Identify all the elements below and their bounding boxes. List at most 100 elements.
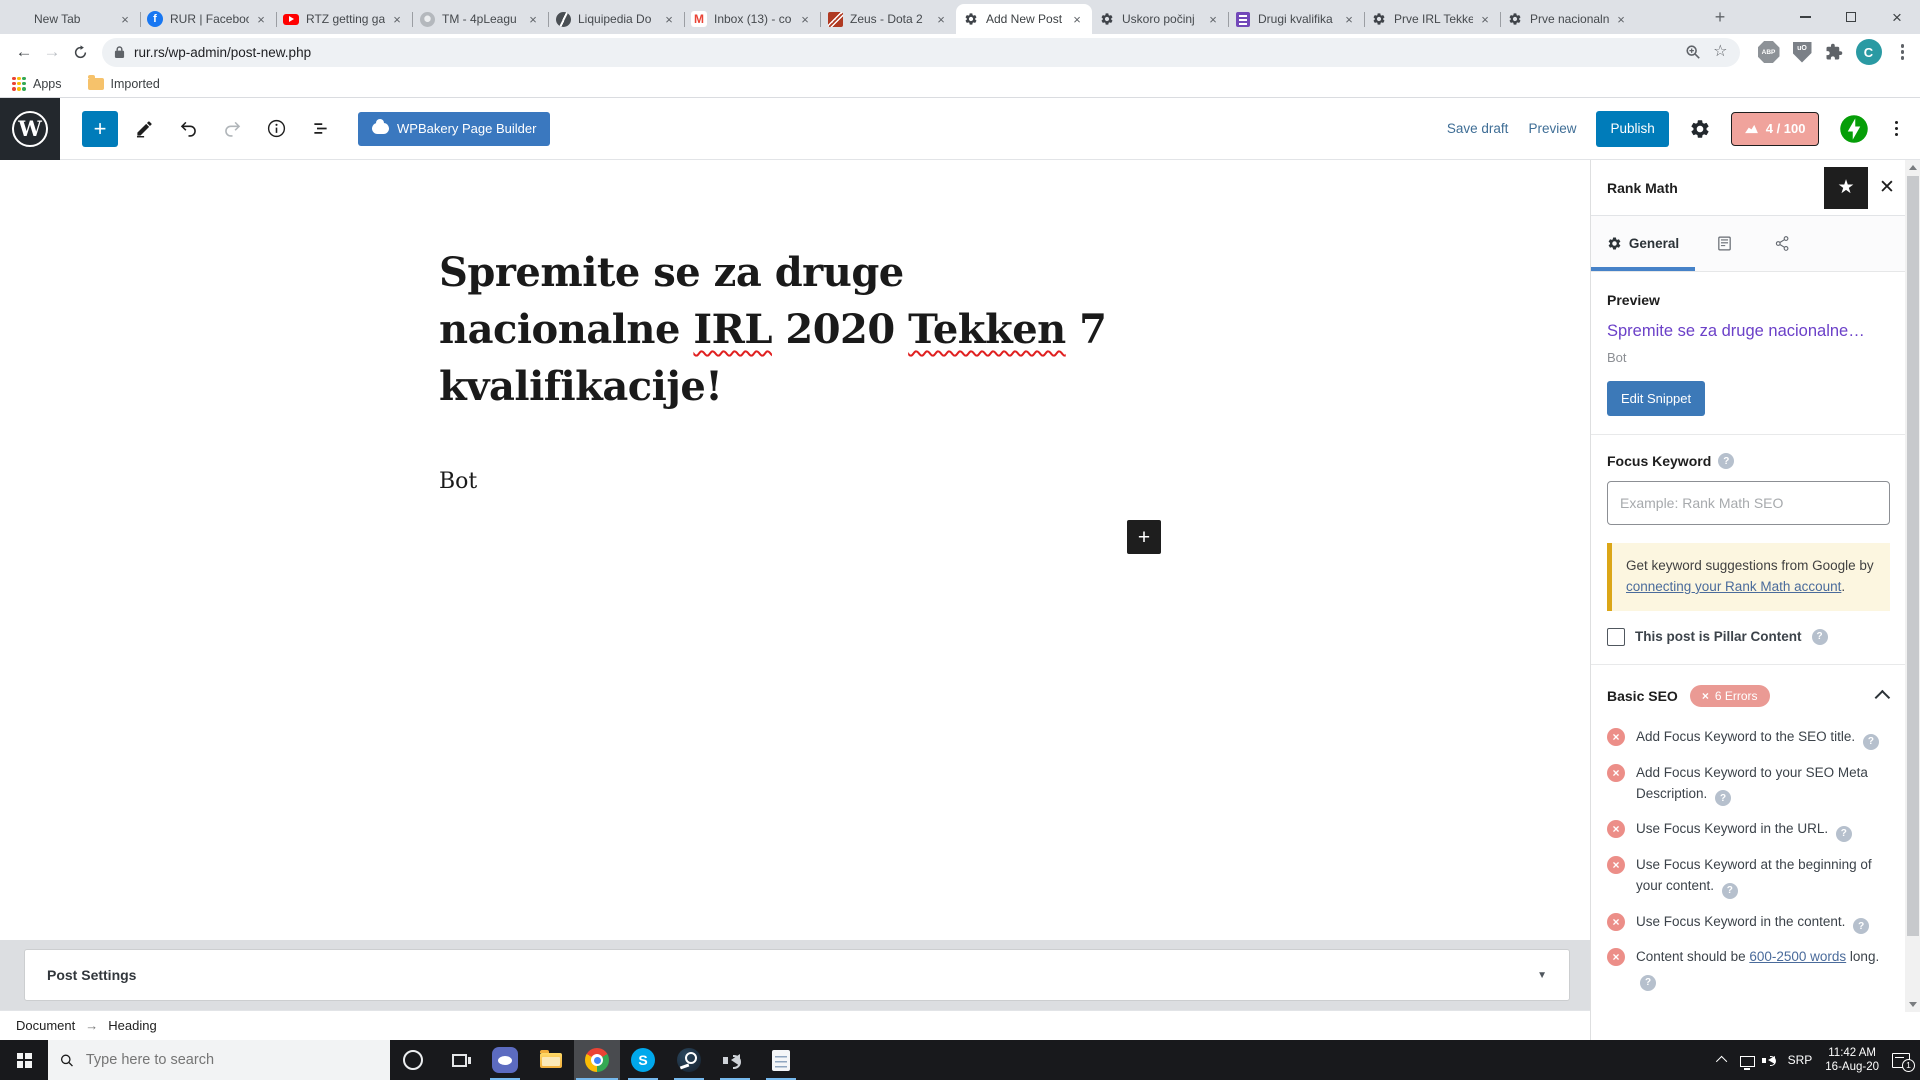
window-maximize-button[interactable] (1828, 0, 1874, 34)
jetpack-icon[interactable] (1839, 114, 1869, 144)
add-block-button[interactable]: + (82, 111, 118, 147)
tab-close-icon[interactable]: × (253, 11, 269, 27)
help-icon[interactable]: ? (1715, 790, 1731, 806)
taskbar-app-taskview[interactable] (436, 1040, 482, 1080)
tab-close-icon[interactable]: × (1477, 11, 1493, 27)
tab-close-icon[interactable]: × (661, 11, 677, 27)
tab-close-icon[interactable]: × (933, 11, 949, 27)
sidebar-close-button[interactable]: ✕ (1868, 167, 1906, 209)
taskbar-app-audio[interactable] (712, 1040, 758, 1080)
network-icon[interactable] (1740, 1056, 1755, 1067)
redo-button[interactable] (214, 111, 250, 147)
bookmark-star-icon[interactable]: ☆ (1713, 44, 1727, 60)
help-icon[interactable]: ? (1812, 629, 1828, 645)
tab-close-icon[interactable]: × (1205, 11, 1221, 27)
search-input[interactable] (84, 1051, 378, 1069)
browser-tab[interactable]: New Tab × (4, 4, 140, 34)
help-icon[interactable]: ? (1853, 918, 1869, 934)
publish-button[interactable]: Publish (1596, 111, 1668, 147)
wpbakery-page-builder-button[interactable]: WPBakery Page Builder (358, 112, 550, 146)
help-icon[interactable]: ? (1836, 826, 1852, 842)
tab-close-icon[interactable]: × (389, 11, 405, 27)
language-indicator[interactable]: SRP (1788, 1053, 1813, 1067)
post-title[interactable]: Spremite se za druge nacionalne IRL 2020… (439, 245, 1151, 415)
bookmark-apps[interactable]: Apps (12, 77, 62, 91)
tab-general[interactable]: General (1591, 216, 1695, 271)
tray-chevron-up-icon[interactable] (1716, 1056, 1727, 1067)
taskbar-app-skype[interactable] (620, 1040, 666, 1080)
focus-keyword-input[interactable] (1607, 481, 1890, 525)
address-bar[interactable]: rur.rs/wp-admin/post-new.php ☆ (102, 38, 1740, 67)
help-icon[interactable]: ? (1722, 883, 1738, 899)
notification-center-icon[interactable]: 1 (1892, 1053, 1910, 1068)
save-draft-button[interactable]: Save draft (1447, 121, 1509, 136)
bookmark-imported-folder[interactable]: Imported (88, 77, 160, 91)
taskbar-app-explorer[interactable] (528, 1040, 574, 1080)
breadcrumb-heading[interactable]: Heading (108, 1018, 156, 1033)
puzzle-extensions-icon[interactable] (1825, 43, 1843, 61)
browser-tab[interactable]: RTZ getting ga × (276, 4, 412, 34)
scroll-down-arrow[interactable] (1905, 997, 1920, 1012)
block-inserter-button[interactable]: + (1127, 520, 1161, 554)
wordpress-logo-button[interactable]: W (0, 98, 60, 160)
browser-tab[interactable]: f RUR | Faceboo × (140, 4, 276, 34)
basic-seo-header[interactable]: Basic SEO ×6 Errors (1607, 685, 1890, 707)
editor-more-menu-icon[interactable] (1889, 119, 1905, 139)
browser-tab[interactable]: Prve IRL Tekke × (1364, 4, 1500, 34)
edit-pencil-button[interactable] (126, 111, 162, 147)
browser-tab[interactable]: Prve nacionaln × (1500, 4, 1636, 34)
tab-close-icon[interactable]: × (117, 11, 133, 27)
scrollbar-thumb[interactable] (1907, 176, 1919, 936)
error-words-link[interactable]: 600-2500 words (1749, 949, 1846, 964)
window-close-button[interactable]: × (1874, 0, 1920, 34)
taskbar-app-discord[interactable] (482, 1040, 528, 1080)
sidebar-scrollbar[interactable] (1905, 160, 1920, 1012)
zoom-icon[interactable] (1685, 44, 1701, 60)
chrome-menu-icon[interactable] (1895, 42, 1911, 62)
tab-close-icon[interactable]: × (797, 11, 813, 27)
help-icon[interactable]: ? (1640, 975, 1656, 991)
pillar-content-checkbox[interactable] (1607, 628, 1625, 646)
taskbar-app-notepad[interactable] (758, 1040, 804, 1080)
volume-icon[interactable] (1768, 1056, 1775, 1064)
browser-tab[interactable]: M Inbox (13) - co × (684, 4, 820, 34)
reload-button[interactable] (66, 38, 94, 66)
window-minimize-button[interactable] (1782, 0, 1828, 34)
pin-star-button[interactable]: ★ (1824, 167, 1868, 209)
tab-close-icon[interactable]: × (1613, 11, 1629, 27)
browser-tab[interactable]: Liquipedia Do × (548, 4, 684, 34)
post-paragraph[interactable]: Bot (439, 469, 1151, 494)
chevron-up-icon[interactable] (1875, 690, 1891, 706)
clock[interactable]: 11:42 AM 16-Aug-20 (1825, 1046, 1879, 1074)
browser-tab[interactable]: TM - 4pLeagu × (412, 4, 548, 34)
help-icon[interactable]: ? (1718, 453, 1734, 469)
snippet-preview-title[interactable]: Spremite se za druge nacionalne… (1607, 322, 1890, 341)
breadcrumb-document[interactable]: Document (16, 1018, 75, 1033)
new-tab-button[interactable]: + (1706, 3, 1734, 31)
tab-snippet[interactable] (1695, 216, 1753, 271)
content-structure-button[interactable] (258, 111, 294, 147)
taskbar-app-chrome[interactable] (574, 1040, 620, 1080)
tab-close-icon[interactable]: × (525, 11, 541, 27)
settings-gear-icon[interactable] (1689, 118, 1711, 140)
browser-tab[interactable]: Add New Post × (956, 4, 1092, 34)
undo-button[interactable] (170, 111, 206, 147)
ublock-extension-icon[interactable]: uO (1793, 42, 1812, 63)
tab-close-icon[interactable]: × (1069, 11, 1085, 27)
help-icon[interactable]: ? (1863, 734, 1879, 750)
adblock-extension-icon[interactable]: ABP (1758, 41, 1780, 63)
browser-tab[interactable]: Zeus - Dota 2 × (820, 4, 956, 34)
scroll-up-arrow[interactable] (1905, 160, 1920, 175)
tab-close-icon[interactable]: × (1341, 11, 1357, 27)
block-navigation-button[interactable] (302, 111, 338, 147)
post-settings-panel[interactable]: Post Settings ▼ (24, 949, 1570, 1001)
taskbar-search[interactable] (48, 1040, 390, 1080)
tab-social[interactable] (1753, 216, 1811, 271)
rank-math-score-badge[interactable]: 4 / 100 (1731, 112, 1819, 146)
profile-avatar[interactable]: C (1856, 39, 1882, 65)
back-button[interactable]: ← (10, 38, 38, 66)
taskbar-app-cortana[interactable] (390, 1040, 436, 1080)
start-button[interactable] (0, 1040, 48, 1080)
connect-account-link[interactable]: connecting your Rank Math account (1626, 579, 1841, 594)
forward-button[interactable]: → (38, 38, 66, 66)
